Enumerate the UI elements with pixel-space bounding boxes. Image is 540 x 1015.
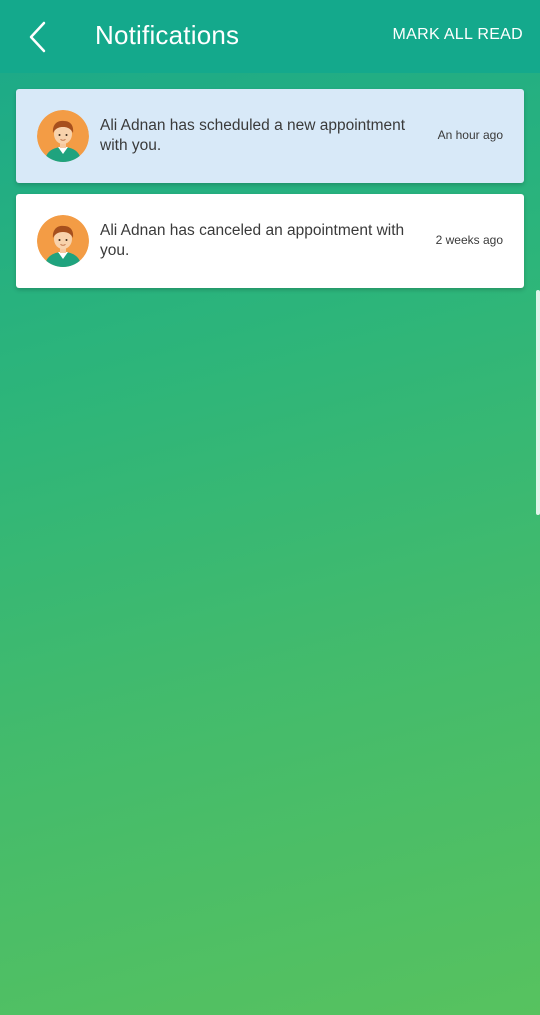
chevron-left-icon <box>29 21 46 53</box>
page-title: Notifications <box>95 20 240 50</box>
app-header: Notifications MARK ALL READ <box>0 0 540 73</box>
notification-message: Ali Adnan has scheduled a new appointmen… <box>100 117 406 154</box>
notification-time: An hour ago <box>437 128 503 142</box>
scrollbar[interactable] <box>536 290 540 515</box>
notification-card[interactable]: Ali Adnan has scheduled a new appointmen… <box>16 89 524 183</box>
notification-card[interactable]: Ali Adnan has canceled an appointment wi… <box>16 194 524 288</box>
mark-all-read-button[interactable]: MARK ALL READ <box>393 25 523 45</box>
notification-time: 2 weeks ago <box>435 233 503 247</box>
user-avatar-icon <box>37 215 89 267</box>
user-avatar-icon <box>37 110 89 162</box>
back-button[interactable] <box>18 18 58 56</box>
notification-message: Ali Adnan has canceled an appointment wi… <box>100 222 405 259</box>
